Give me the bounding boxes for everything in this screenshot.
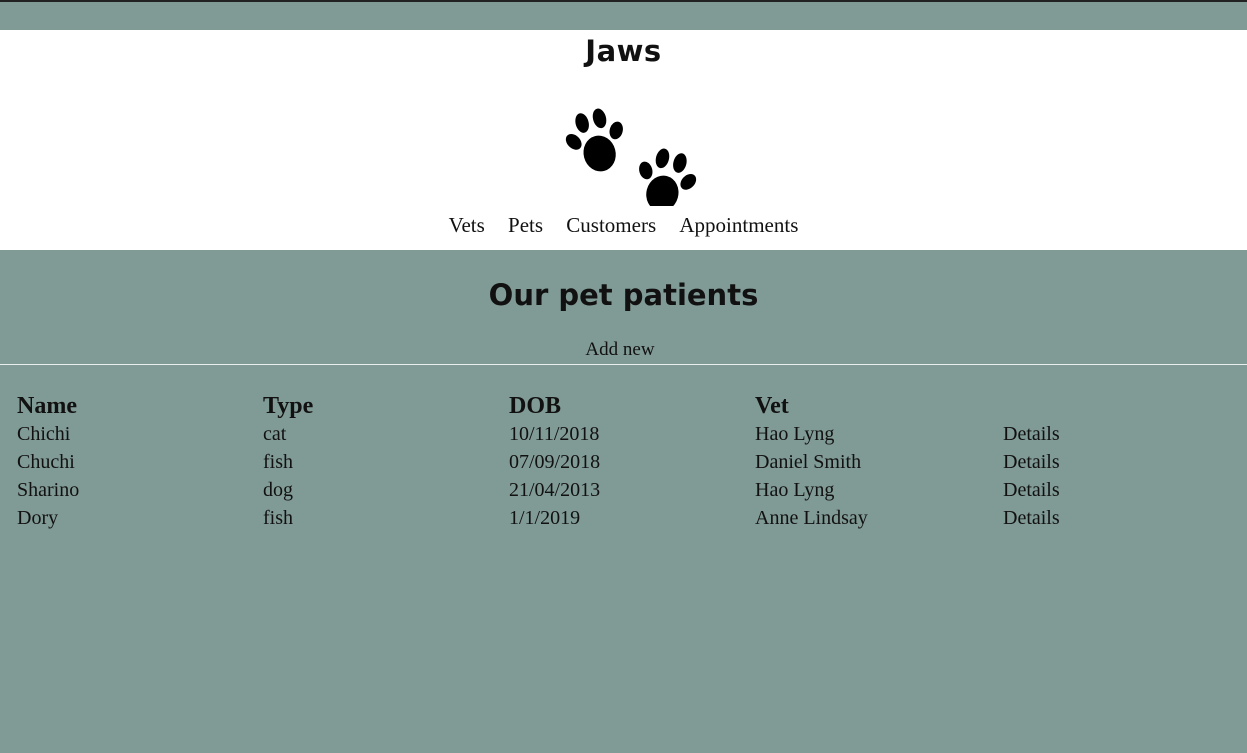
main-content: Our pet patients Add new Name Type DOB V… bbox=[0, 250, 1247, 532]
main-nav: Vets Pets Customers Appointments bbox=[0, 213, 1247, 238]
details-cell: Details bbox=[1003, 448, 1203, 476]
pet-name: Chichi bbox=[17, 423, 71, 445]
paw-prints-icon bbox=[565, 108, 697, 206]
table-row: Dory fish 1/1/2019 Anne Lindsay Details bbox=[17, 504, 1203, 532]
column-header-dob: DOB bbox=[509, 393, 562, 419]
pet-type: fish bbox=[263, 451, 293, 473]
pet-vet: Hao Lyng bbox=[755, 423, 835, 445]
top-bar bbox=[0, 0, 1247, 30]
pet-name: Sharino bbox=[17, 479, 80, 501]
table-row: Chichi cat 10/11/2018 Hao Lyng Details bbox=[17, 420, 1203, 448]
details-link[interactable]: Details bbox=[1003, 507, 1060, 529]
pet-name: Dory bbox=[17, 507, 59, 529]
column-header-name: Name bbox=[17, 393, 77, 419]
table-row: Sharino dog 21/04/2013 Hao Lyng Details bbox=[17, 476, 1203, 504]
details-cell: Details bbox=[1003, 504, 1203, 532]
pet-vet: Daniel Smith bbox=[755, 451, 862, 473]
pet-type: cat bbox=[263, 423, 287, 445]
pet-vet: Hao Lyng bbox=[755, 479, 835, 501]
pet-dob: 10/11/2018 bbox=[509, 423, 600, 445]
pet-dob: 21/04/2013 bbox=[509, 479, 601, 501]
table-row: Chuchi fish 07/09/2018 Daniel Smith Deta… bbox=[17, 448, 1203, 476]
details-link[interactable]: Details bbox=[1003, 423, 1060, 445]
site-title: Jaws bbox=[585, 34, 662, 68]
details-cell: Details bbox=[1003, 420, 1203, 448]
column-header-vet: Vet bbox=[755, 393, 789, 419]
pet-type: dog bbox=[263, 479, 293, 501]
pets-table: Name Type DOB Vet Chichi cat 10/11/2018 … bbox=[17, 392, 1203, 532]
site-header: Jaws Vets Pets Customers Appointments bbox=[0, 30, 1247, 250]
nav-link-vets[interactable]: Vets bbox=[449, 213, 485, 237]
details-link[interactable]: Details bbox=[1003, 451, 1060, 473]
column-header-actions bbox=[1003, 392, 1203, 420]
pet-dob: 1/1/2019 bbox=[509, 507, 581, 529]
pet-dob: 07/09/2018 bbox=[509, 451, 601, 473]
pet-type: fish bbox=[263, 507, 293, 529]
pet-name: Chuchi bbox=[17, 451, 75, 473]
details-link[interactable]: Details bbox=[1003, 479, 1060, 501]
nav-link-pets[interactable]: Pets bbox=[508, 213, 543, 237]
pet-vet: Anne Lindsay bbox=[755, 507, 868, 529]
details-cell: Details bbox=[1003, 476, 1203, 504]
nav-link-appointments[interactable]: Appointments bbox=[679, 213, 798, 237]
column-header-type: Type bbox=[263, 393, 314, 419]
nav-link-customers[interactable]: Customers bbox=[566, 213, 656, 237]
table-header-row: Name Type DOB Vet bbox=[17, 392, 1203, 420]
divider bbox=[0, 364, 1247, 365]
page-title: Our pet patients bbox=[488, 278, 759, 312]
